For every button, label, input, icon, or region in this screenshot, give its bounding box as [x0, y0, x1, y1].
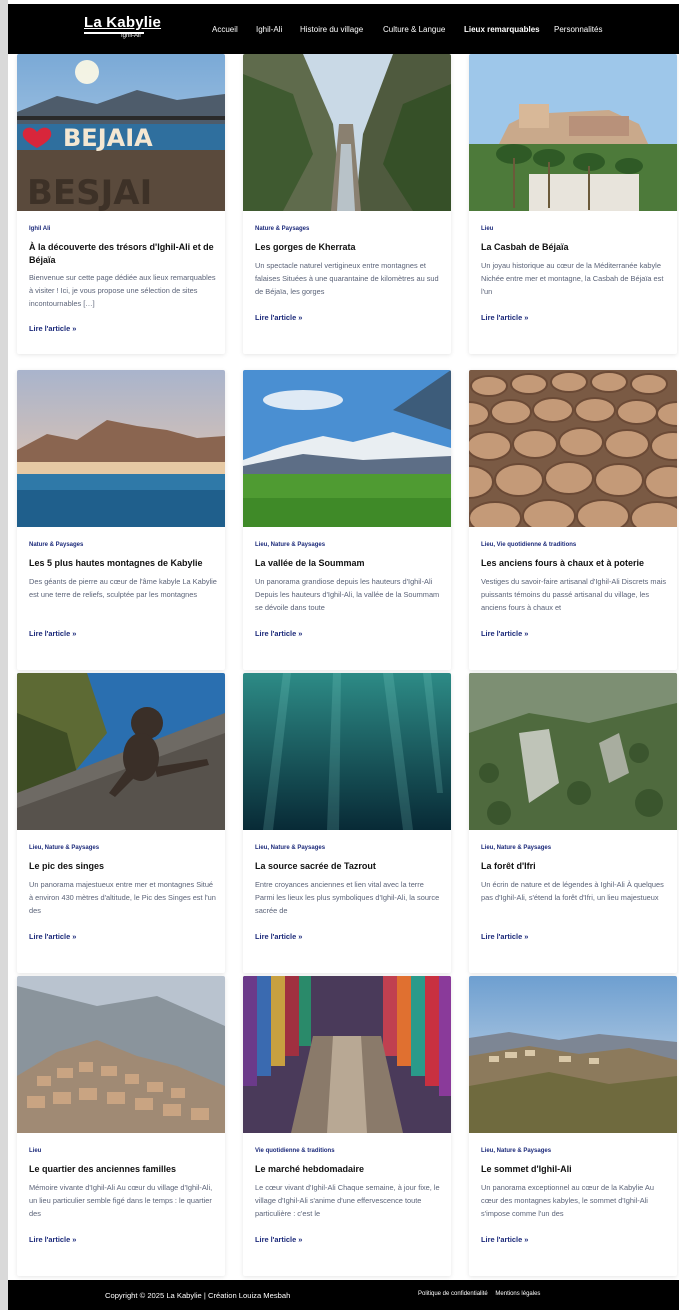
- article-card: Lieu, Nature & Paysages Le sommet d'Ighi…: [469, 976, 677, 1276]
- read-more-link[interactable]: Lire l'article »: [29, 1235, 76, 1244]
- copyright-text: Copyright © 2025 La Kabylie | Création L…: [105, 1291, 291, 1300]
- read-more-link[interactable]: Lire l'article »: [29, 629, 76, 638]
- article-category[interactable]: Lieu, Nature & Paysages: [255, 845, 325, 851]
- logo-title: La Kabylie: [84, 14, 162, 31]
- article-excerpt: Bienvenue sur cette page dédiée aux lieu…: [29, 273, 216, 308]
- article-card: Vie quotidienne & traditions Le marché h…: [243, 976, 451, 1276]
- article-title[interactable]: À la découverte des trésors d'Ighil-Ali …: [29, 241, 215, 267]
- read-more-link[interactable]: Lire l'article »: [255, 932, 302, 941]
- nav-accueil[interactable]: Accueil: [212, 25, 238, 35]
- article-title[interactable]: Le quartier des anciennes familles: [29, 1163, 215, 1176]
- article-excerpt: Un panorama majestueux entre mer et mont…: [29, 880, 216, 915]
- article-excerpt: Un panorama grandiose depuis les hauteur…: [255, 577, 440, 612]
- article-category[interactable]: Vie quotidienne & traditions: [255, 1148, 335, 1154]
- article-card: Lieu, Nature & Paysages La vallée de la …: [243, 370, 451, 670]
- read-more-link[interactable]: Lire l'article »: [29, 324, 76, 333]
- article-excerpt: Un spectacle naturel vertigineux entre m…: [255, 261, 439, 296]
- nav-ighil-ali[interactable]: Ighil-Ali: [256, 25, 282, 35]
- article-title[interactable]: Les anciens fours à chaux et à poterie: [481, 557, 667, 570]
- article-category[interactable]: Nature & Paysages: [29, 542, 83, 548]
- article-title[interactable]: Les 5 plus hautes montagnes de Kabylie: [29, 557, 215, 570]
- article-category[interactable]: Nature & Paysages: [255, 226, 309, 232]
- gorges-photo[interactable]: [243, 54, 451, 211]
- article-title[interactable]: Le marché hebdomadaire: [255, 1163, 441, 1176]
- underwater-photo[interactable]: [243, 673, 451, 830]
- read-more-link[interactable]: Lire l'article »: [255, 313, 302, 322]
- article-category[interactable]: Lieu, Nature & Paysages: [481, 845, 551, 851]
- privacy-policy-link[interactable]: Politique de confidentialité: [418, 1291, 488, 1297]
- article-excerpt: Mémoire vivante d'Ighil-Ali Au cœur du v…: [29, 1183, 213, 1218]
- article-category[interactable]: Lieu, Nature & Paysages: [481, 1148, 551, 1154]
- article-card: BEJAIA BESJAI Ighil Ali À la découverte …: [17, 54, 225, 354]
- article-title[interactable]: La Casbah de Béjaïa: [481, 241, 667, 254]
- article-card: Lieu, Nature & Paysages Le pic des singe…: [17, 673, 225, 973]
- nav-personnalites[interactable]: Personnalités: [554, 25, 602, 35]
- article-excerpt: Vestiges du savoir-faire artisanal d'Igh…: [481, 577, 667, 612]
- valley-photo[interactable]: [243, 370, 451, 527]
- article-category[interactable]: Ighil Ali: [29, 226, 50, 232]
- nav-culture[interactable]: Culture & Langue: [383, 25, 445, 35]
- article-card: Lieu, Nature & Paysages La forêt d'Ifri …: [469, 673, 677, 973]
- article-excerpt: Un panorama exceptionnel au cœur de la K…: [481, 1183, 654, 1218]
- article-title[interactable]: La source sacrée de Tazrout: [255, 860, 441, 873]
- article-card: Lieu, Nature & Paysages La source sacrée…: [243, 673, 451, 973]
- nav-histoire[interactable]: Histoire du village: [300, 25, 363, 35]
- article-card: Lieu La Casbah de Béjaïa Un joyau histor…: [469, 54, 677, 354]
- site-logo[interactable]: La Kabylie Ighil-Ali: [84, 14, 162, 39]
- article-title[interactable]: La forêt d'Ifri: [481, 860, 667, 873]
- article-category[interactable]: Lieu, Nature & Paysages: [29, 845, 99, 851]
- mountains-sea-photo[interactable]: [17, 370, 225, 527]
- article-title[interactable]: La vallée de la Soummam: [255, 557, 441, 570]
- article-category[interactable]: Lieu: [481, 226, 493, 232]
- monkey-photo[interactable]: [17, 673, 225, 830]
- casbah-photo[interactable]: [469, 54, 677, 211]
- article-card: Nature & Paysages Les 5 plus hautes mont…: [17, 370, 225, 670]
- article-excerpt: Le cœur vivant d'Ighil-Ali Chaque semain…: [255, 1183, 440, 1218]
- site-footer: Copyright © 2025 La Kabylie | Création L…: [8, 1280, 679, 1310]
- read-more-link[interactable]: Lire l'article »: [481, 313, 528, 322]
- logo-subtitle: Ighil-Ali: [121, 33, 141, 39]
- read-more-link[interactable]: Lire l'article »: [481, 932, 528, 941]
- article-title[interactable]: Les gorges de Kherrata: [255, 241, 441, 254]
- footer-links: Politique de confidentialité Mentions lé…: [418, 1291, 546, 1297]
- read-more-link[interactable]: Lire l'article »: [481, 629, 528, 638]
- article-category[interactable]: Lieu, Vie quotidienne & traditions: [481, 542, 576, 548]
- bejaia-sign-photo[interactable]: BEJAIA BESJAI: [17, 54, 225, 211]
- article-excerpt: Un écrin de nature et de légendes à Ighi…: [481, 880, 664, 902]
- article-category[interactable]: Lieu: [29, 1148, 41, 1154]
- article-card: Nature & Paysages Les gorges de Kherrata…: [243, 54, 451, 354]
- article-excerpt: Entre croyances anciennes et lien vital …: [255, 880, 440, 915]
- village-photo[interactable]: [17, 976, 225, 1133]
- read-more-link[interactable]: Lire l'article »: [481, 1235, 528, 1244]
- legal-notice-link[interactable]: Mentions légales: [495, 1291, 540, 1297]
- forest-photo[interactable]: [469, 673, 677, 830]
- read-more-link[interactable]: Lire l'article »: [255, 629, 302, 638]
- market-photo[interactable]: [243, 976, 451, 1133]
- article-excerpt: Des géants de pierre au cœur de l'âme ka…: [29, 577, 217, 599]
- svg-text:BESJAI: BESJAI: [27, 173, 152, 211]
- nav-lieux-remarquables[interactable]: Lieux remarquables: [464, 25, 540, 35]
- pottery-photo[interactable]: [469, 370, 677, 527]
- summit-photo[interactable]: [469, 976, 677, 1133]
- svg-text:BEJAIA: BEJAIA: [63, 124, 153, 152]
- read-more-link[interactable]: Lire l'article »: [255, 1235, 302, 1244]
- article-title[interactable]: Le pic des singes: [29, 860, 215, 873]
- article-card: Lieu, Vie quotidienne & traditions Les a…: [469, 370, 677, 670]
- site-header: La Kabylie Ighil-Ali Accueil Ighil-Ali H…: [8, 4, 679, 54]
- article-card: Lieu Le quartier des anciennes familles …: [17, 976, 225, 1276]
- article-excerpt: Un joyau historique au cœur de la Médite…: [481, 261, 664, 296]
- article-title[interactable]: Le sommet d'Ighil-Ali: [481, 1163, 667, 1176]
- article-category[interactable]: Lieu, Nature & Paysages: [255, 542, 325, 548]
- read-more-link[interactable]: Lire l'article »: [29, 932, 76, 941]
